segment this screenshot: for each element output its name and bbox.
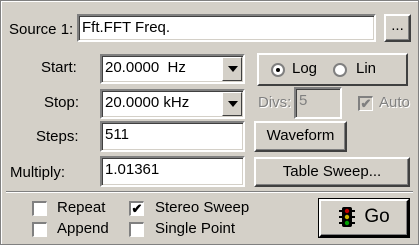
go-label: Go (364, 206, 390, 228)
single-point-label[interactable]: Single Point (155, 220, 235, 238)
repeat-checkbox[interactable] (32, 201, 47, 216)
start-dropdown[interactable]: 20.0000 Hz (100, 54, 245, 84)
repeat-label[interactable]: Repeat (57, 199, 105, 217)
stop-value: 20.0000 kHz (105, 94, 190, 111)
start-dropdown-arrow-icon[interactable] (222, 57, 242, 81)
append-label[interactable]: Append (57, 220, 109, 238)
steps-label: Steps: (36, 128, 79, 145)
table-sweep-button[interactable]: Table Sweep... (254, 157, 410, 187)
traffic-light-icon (338, 206, 356, 228)
multiply-label: Multiply: (10, 164, 66, 181)
log-label[interactable]: Log (292, 60, 317, 78)
bottom-separator (6, 191, 413, 193)
lin-radio[interactable] (333, 63, 347, 77)
divs-label: Divs: (258, 94, 292, 111)
divs-field: 5 (294, 87, 342, 119)
auto-checkbox: ✔ (358, 96, 373, 111)
divs-value: 5 (299, 92, 308, 109)
go-button[interactable]: Go (319, 199, 409, 237)
steps-field[interactable]: 511 (100, 121, 245, 152)
auto-label: Auto (379, 94, 410, 111)
start-label: Start: (41, 59, 77, 76)
lin-label[interactable]: Lin (356, 60, 376, 78)
stop-label: Stop: (44, 94, 80, 111)
single-point-checkbox[interactable] (129, 222, 144, 237)
source-label: Source 1: (9, 21, 74, 38)
log-radio[interactable] (271, 63, 285, 77)
log-radio-dot (276, 68, 280, 72)
append-checkbox[interactable] (32, 222, 47, 237)
stereo-sweep-checkbox[interactable]: ✔ (129, 201, 144, 216)
sweep-panel: { "source": {"label": "Source 1:", "valu… (0, 0, 419, 245)
stereo-sweep-label[interactable]: Stereo Sweep (155, 199, 249, 217)
stop-dropdown[interactable]: 20.0000 kHz (100, 89, 245, 119)
start-value: 20.0000 Hz (105, 59, 186, 76)
source-browse-button[interactable]: ... (384, 14, 411, 42)
multiply-field[interactable]: 1.01361 (100, 156, 245, 187)
source-field[interactable]: Fft.FFT Freq. (77, 14, 376, 42)
stop-dropdown-arrow-icon[interactable] (222, 92, 242, 116)
waveform-button[interactable]: Waveform (254, 121, 347, 152)
